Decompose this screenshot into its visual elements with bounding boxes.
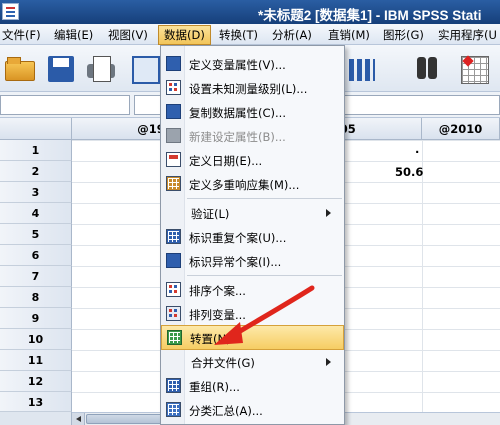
menu-item-label: 设置未知测量级别(L)... xyxy=(189,82,308,96)
menu-item-label: 排列变量... xyxy=(189,308,246,322)
row-header[interactable]: 8 xyxy=(0,287,72,308)
chart-icon[interactable] xyxy=(345,53,375,83)
grid-corner[interactable] xyxy=(0,118,72,140)
insert-cases-icon[interactable] xyxy=(458,53,489,84)
menu-item-label: 标识重复个案(U)... xyxy=(189,231,287,245)
row-header[interactable]: 5 xyxy=(0,224,72,245)
define-dates-icon xyxy=(166,152,181,167)
column-divider xyxy=(422,140,423,412)
define-variable-icon xyxy=(166,56,181,71)
menu-item-transpose[interactable]: 转置(N)... xyxy=(161,325,344,350)
menu-item-label: 复制数据属性(C)... xyxy=(189,106,286,120)
row-header[interactable]: 10 xyxy=(0,329,72,350)
row-header[interactable]: 12 xyxy=(0,371,72,392)
row-header[interactable]: 9 xyxy=(0,308,72,329)
title-bar: *未标题2 [数据集1] - IBM SPSS Stati xyxy=(0,0,500,24)
menu-item-label: 定义变量属性(V)... xyxy=(189,58,286,72)
row-header[interactable]: 4 xyxy=(0,203,72,224)
aggregate-icon xyxy=(166,402,181,417)
duplicate-cases-icon xyxy=(166,229,181,244)
menu-item-label: 定义多重响应集(M)... xyxy=(189,178,300,192)
menu-item-label: 转置(N)... xyxy=(190,332,242,346)
menu-item-identify-duplicate-cases[interactable]: 标识重复个案(U)... xyxy=(161,225,344,249)
transpose-icon xyxy=(167,330,182,345)
dialog-recall-icon[interactable] xyxy=(128,53,160,84)
cell-r1-2005[interactable]: . xyxy=(415,142,419,156)
print-icon[interactable] xyxy=(86,53,116,83)
row-header[interactable]: 6 xyxy=(0,245,72,266)
menu-item-label: 标识异常个案(I)... xyxy=(189,255,282,269)
menu-item-restructure[interactable]: 重组(R)... xyxy=(161,374,344,398)
menu-separator xyxy=(187,198,342,199)
menu-item-merge-files[interactable]: 合并文件(G) xyxy=(161,350,344,374)
sort-variables-icon xyxy=(166,306,181,321)
menu-bar: 文件(F) 编辑(E) 视图(V) 数据(D) 转换(T) 分析(A) 直销(M… xyxy=(0,24,500,45)
menu-graphs[interactable]: 图形(G) xyxy=(383,27,424,43)
menu-analyze[interactable]: 分析(A) xyxy=(272,27,312,43)
row-header-footer xyxy=(0,412,72,425)
find-binoculars-icon[interactable] xyxy=(412,53,442,83)
row-header[interactable]: 2 xyxy=(0,161,72,182)
menu-edit[interactable]: 编辑(E) xyxy=(54,27,93,43)
menu-item-identify-unusual-cases[interactable]: 标识异常个案(I)... xyxy=(161,249,344,273)
menu-item-label: 分类汇总(A)... xyxy=(189,404,263,418)
row-header[interactable]: 7 xyxy=(0,266,72,287)
menu-utilities[interactable]: 实用程序(U xyxy=(438,27,497,43)
multiple-response-icon xyxy=(166,176,181,191)
restructure-icon xyxy=(166,378,181,393)
data-menu-dropdown: 定义变量属性(V)... 设置未知测量级别(L)... 复制数据属性(C)...… xyxy=(160,45,345,425)
row-header[interactable]: 11 xyxy=(0,350,72,371)
cell-reference-field[interactable] xyxy=(0,95,130,115)
menu-view[interactable]: 视图(V) xyxy=(108,27,148,43)
cell-r2-2005[interactable]: 50.6 xyxy=(395,165,423,179)
unusual-cases-icon xyxy=(166,253,181,268)
save-icon[interactable] xyxy=(46,53,76,83)
menu-item-label: 排序个案... xyxy=(189,284,246,298)
menu-item-sort-variables[interactable]: 排列变量... xyxy=(161,302,344,326)
spss-app-icon[interactable] xyxy=(2,3,19,20)
menu-direct-marketing[interactable]: 直销(M) xyxy=(328,27,370,43)
row-header[interactable]: 3 xyxy=(0,182,72,203)
copy-properties-icon xyxy=(166,104,181,119)
menu-item-define-multiple-response-sets[interactable]: 定义多重响应集(M)... xyxy=(161,172,344,196)
menu-item-validation[interactable]: 验证(L) xyxy=(161,201,344,225)
menu-file[interactable]: 文件(F) xyxy=(2,27,41,43)
menu-item-label: 新建设定属性(B)... xyxy=(189,130,286,144)
menu-item-define-dates[interactable]: 定义日期(E)... xyxy=(161,148,344,172)
menu-separator xyxy=(187,275,342,276)
menu-data[interactable]: 数据(D) xyxy=(158,25,211,45)
row-header[interactable]: 1 xyxy=(0,140,72,161)
scroll-left-icon[interactable] xyxy=(72,413,85,425)
submenu-arrow-icon xyxy=(326,358,331,366)
menu-item-label: 定义日期(E)... xyxy=(189,154,263,168)
column-header-2010[interactable]: @2010 xyxy=(422,118,500,140)
submenu-arrow-icon xyxy=(326,209,331,217)
menu-item-label: 重组(R)... xyxy=(189,380,240,394)
menu-item-sort-cases[interactable]: 排序个案... xyxy=(161,278,344,302)
open-folder-icon[interactable] xyxy=(4,53,35,83)
measurement-level-icon xyxy=(166,80,181,95)
menu-transform[interactable]: 转换(T) xyxy=(219,27,258,43)
custom-attribute-icon xyxy=(166,128,181,143)
row-header[interactable]: 13 xyxy=(0,392,72,412)
menu-item-aggregate[interactable]: 分类汇总(A)... xyxy=(161,398,344,422)
menu-item-new-custom-attribute: 新建设定属性(B)... xyxy=(161,124,344,148)
menu-item-copy-data-properties[interactable]: 复制数据属性(C)... xyxy=(161,100,344,124)
menu-item-label: 验证(L) xyxy=(191,207,230,221)
sort-cases-icon xyxy=(166,282,181,297)
menu-item-set-measurement-level[interactable]: 设置未知测量级别(L)... xyxy=(161,76,344,100)
window-title: *未标题2 [数据集1] - IBM SPSS Stati xyxy=(258,8,482,23)
menu-item-define-variable-properties[interactable]: 定义变量属性(V)... xyxy=(161,52,344,76)
menu-item-label: 合并文件(G) xyxy=(191,356,255,370)
